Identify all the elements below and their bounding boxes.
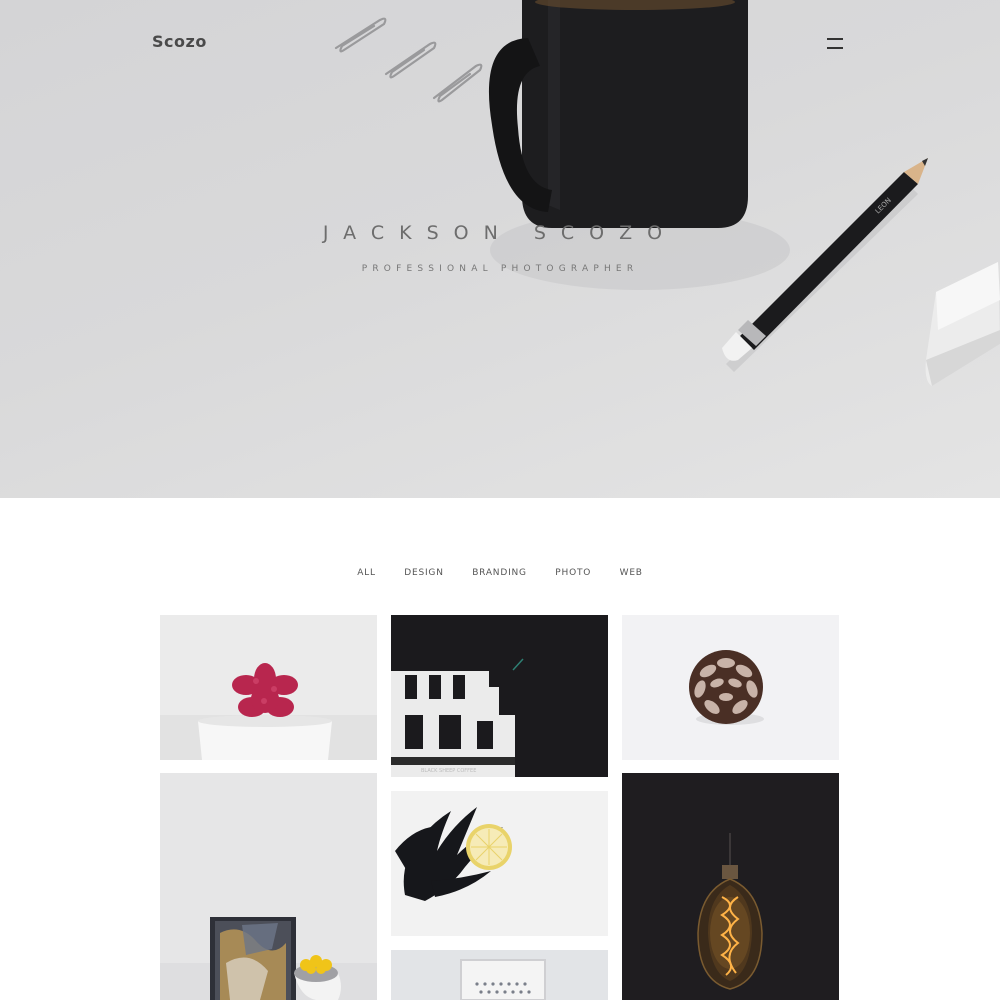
portfolio-filters: ALL DESIGN BRANDING PHOTO WEB bbox=[0, 562, 1000, 580]
hamburger-icon[interactable] bbox=[820, 34, 850, 56]
filter-all[interactable]: ALL bbox=[357, 568, 376, 578]
eraser-icon bbox=[925, 262, 1000, 386]
paperclip-icon bbox=[334, 17, 483, 103]
portfolio-item-lightbulb[interactable] bbox=[622, 773, 839, 1000]
portfolio-item-framed-art[interactable] bbox=[391, 950, 608, 1000]
filter-photo[interactable]: PHOTO bbox=[555, 568, 591, 578]
pinecone-image bbox=[622, 615, 839, 760]
portfolio-item-pinecone[interactable] bbox=[622, 615, 839, 760]
filter-branding[interactable]: BRANDING bbox=[472, 568, 527, 578]
svg-text:BLACK SHEEP COFFEE: BLACK SHEEP COFFEE bbox=[421, 768, 476, 774]
filter-web[interactable]: WEB bbox=[620, 568, 643, 578]
hero-subtitle: PROFESSIONAL PHOTOGRAPHER bbox=[361, 264, 639, 274]
portfolio-item-feathers[interactable] bbox=[391, 791, 608, 936]
building-image: BLACK SHEEP COFFEE bbox=[391, 615, 608, 777]
filter-design[interactable]: DESIGN bbox=[404, 568, 444, 578]
framed-art-image bbox=[391, 950, 608, 1000]
canvas-image bbox=[160, 773, 377, 1000]
lightbulb-image bbox=[622, 773, 839, 1000]
portfolio-item-succulent[interactable] bbox=[160, 615, 377, 760]
succulent-image bbox=[160, 615, 377, 760]
hero-photo: LEON bbox=[334, 0, 1000, 386]
hero-title: JACKSON SCOZO bbox=[322, 222, 678, 244]
portfolio-item-building[interactable]: BLACK SHEEP COFFEE bbox=[391, 615, 608, 777]
portfolio-item-canvas[interactable] bbox=[160, 773, 377, 1000]
site-logo[interactable]: Scozo bbox=[152, 32, 207, 51]
menu-line-bottom bbox=[827, 47, 843, 49]
feathers-image bbox=[391, 791, 608, 936]
menu-line-top bbox=[827, 38, 843, 40]
hero-section: LEON Scozo JACKSON SCOZO PROFESSIONAL PH… bbox=[0, 0, 1000, 498]
